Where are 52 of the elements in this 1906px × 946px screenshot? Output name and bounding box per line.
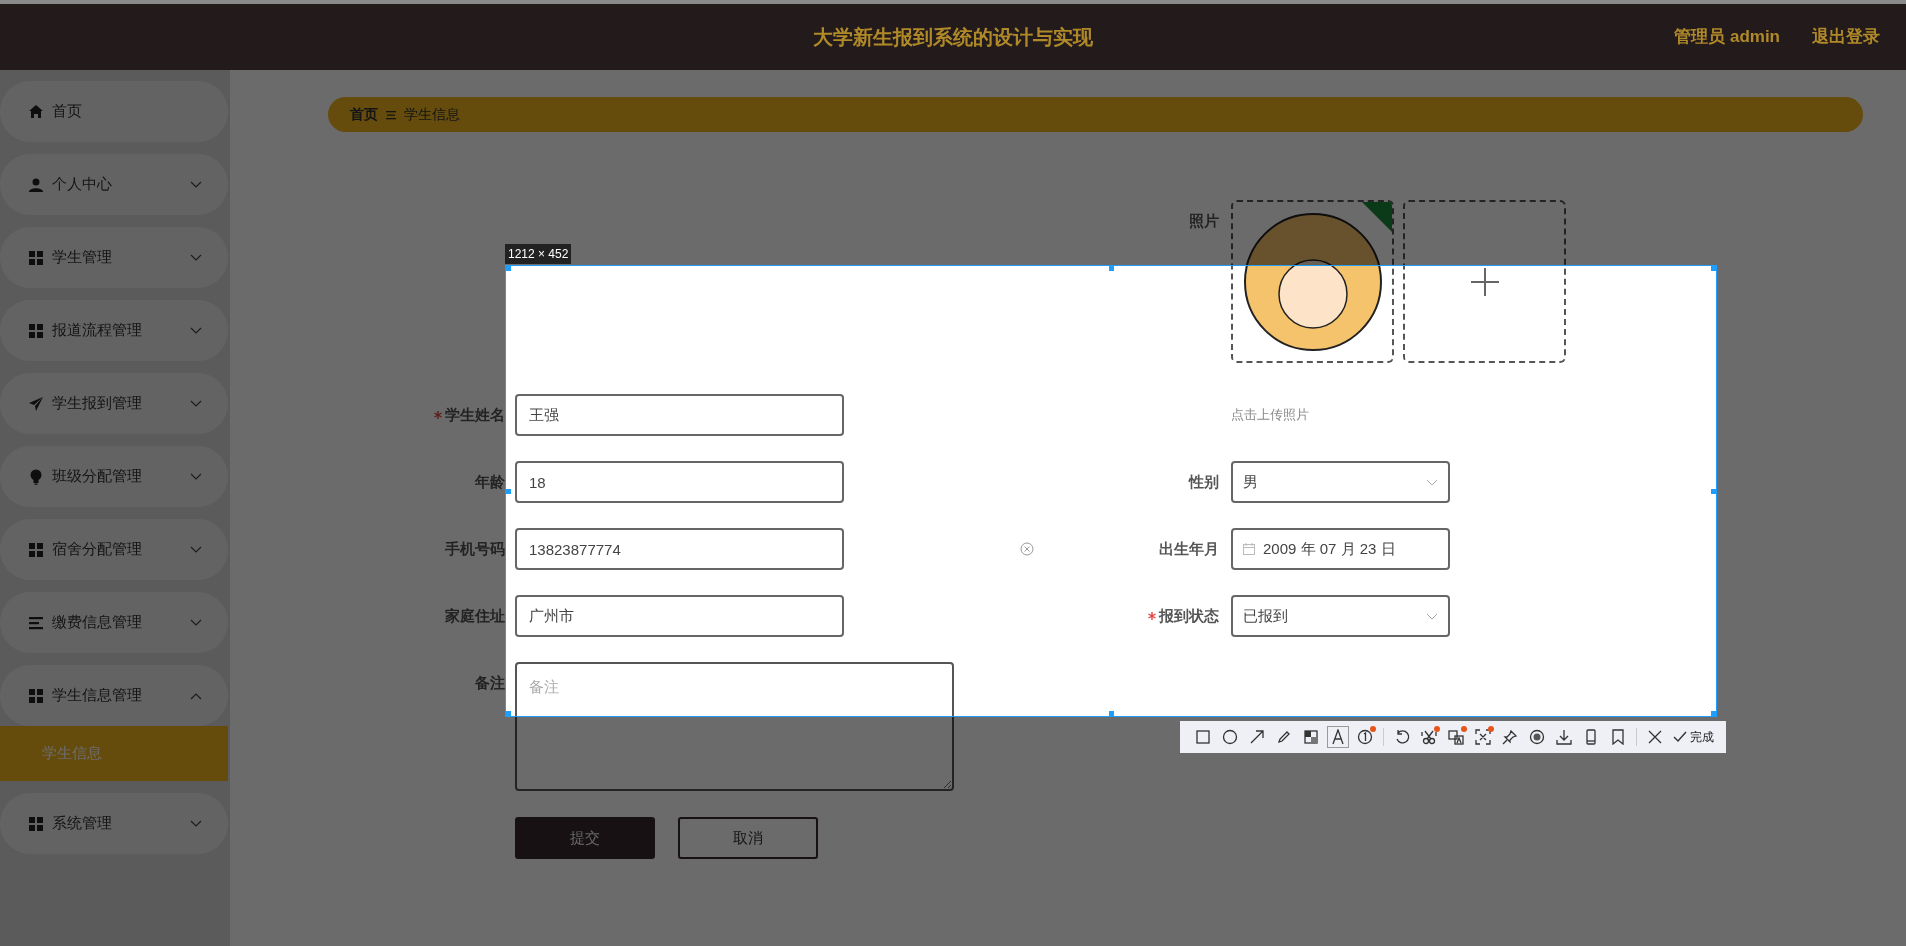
upload-hint: 点击上传照片	[1231, 406, 1309, 425]
undo-icon	[1394, 729, 1410, 745]
field-label: 照片	[1189, 211, 1219, 231]
done-button[interactable]: 完成	[1671, 728, 1716, 746]
field-label: 出生年月	[1159, 538, 1219, 559]
tool-button[interactable]	[1445, 726, 1467, 748]
plus-icon	[1470, 267, 1499, 296]
field-value: 男	[1243, 471, 1258, 492]
pencil-icon	[1276, 729, 1292, 745]
selection-size-label: 1212 × 452	[505, 244, 572, 264]
arrow-icon	[1249, 729, 1265, 745]
input-field[interactable]: 18	[515, 461, 844, 503]
check-icon	[1673, 731, 1687, 743]
system-title: 大学新生报到系统的设计与实现	[813, 25, 1093, 50]
numbered-marker-icon	[1357, 729, 1373, 745]
input-field[interactable]: 广州市	[515, 595, 844, 637]
text-scan-icon	[1475, 729, 1491, 745]
bookmark-icon	[1610, 729, 1626, 745]
field-label: 学生姓名	[445, 404, 505, 425]
chevron-down-icon	[1426, 478, 1438, 486]
field-value: 2009 年 07 月 23 日	[1263, 538, 1396, 559]
field-label: 性别	[1189, 471, 1219, 492]
close-icon	[1647, 729, 1663, 745]
record-icon	[1529, 729, 1545, 745]
download-icon	[1556, 729, 1572, 745]
scissors-icon	[1421, 729, 1437, 745]
clear-icon[interactable]	[1019, 542, 1034, 556]
breadcrumb-item: 学生信息	[404, 105, 460, 124]
calendar-icon	[1243, 543, 1255, 555]
translate-icon	[1448, 729, 1464, 745]
input-field[interactable]: 13823877774	[515, 528, 844, 570]
mosaic-icon	[1303, 729, 1319, 745]
chevron-down-icon	[1426, 612, 1438, 620]
input-field[interactable]: 王强	[515, 394, 844, 436]
circle-icon	[1222, 729, 1238, 745]
text-icon	[1330, 729, 1346, 745]
date-field[interactable]: 2009 年 07 月 23 日	[1231, 528, 1450, 570]
tool-button[interactable]	[1472, 726, 1494, 748]
user-label: 管理员 admin	[1674, 26, 1780, 49]
select-field[interactable]: 已报到	[1231, 595, 1450, 637]
field-label: 备注	[475, 673, 505, 693]
logout-link[interactable]: 退出登录	[1812, 24, 1880, 50]
tool-button[interactable]	[1327, 726, 1349, 748]
field-label: 年龄	[475, 471, 505, 492]
rectangle-icon	[1195, 729, 1211, 745]
field-label: 手机号码	[445, 538, 505, 559]
select-field[interactable]: 男	[1231, 461, 1450, 503]
phone-icon	[1583, 729, 1599, 745]
field-value: 已报到	[1243, 605, 1288, 626]
field-label: 报到状态	[1159, 605, 1219, 626]
pin-icon	[1502, 729, 1518, 745]
field-label: 家庭住址	[445, 605, 505, 626]
